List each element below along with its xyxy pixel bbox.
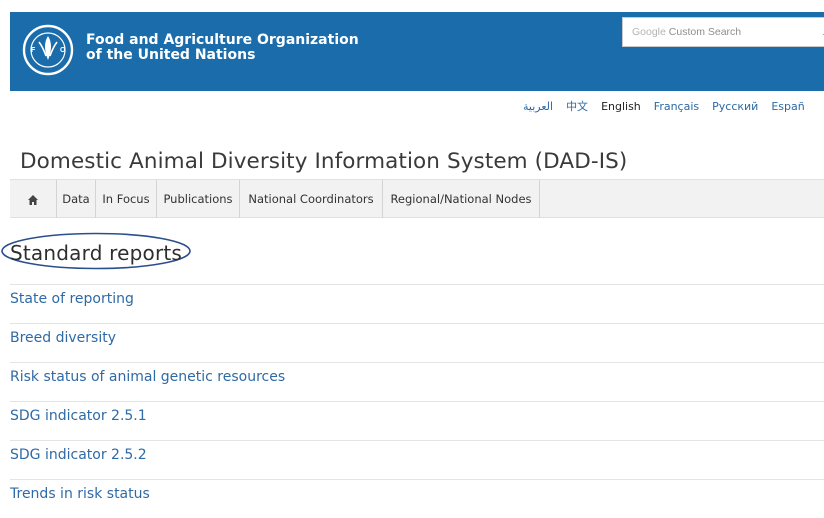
site-header: F O Food and Agriculture Organization of… <box>10 12 824 91</box>
list-item: SDG indicator 2.5.1 <box>10 401 824 440</box>
language-option[interactable]: 中文 <box>566 98 588 114</box>
language-option[interactable]: Français <box>654 100 699 113</box>
language-option[interactable]: Русский <box>712 100 758 113</box>
language-option[interactable]: العربية <box>523 100 553 113</box>
section-title: Standard reports <box>10 241 183 265</box>
search-placeholder: Google Custom Search <box>632 26 741 38</box>
list-item: State of reporting <box>10 284 824 323</box>
report-link-state-of-reporting[interactable]: State of reporting <box>10 291 134 307</box>
report-link-sdg-2-5-1[interactable]: SDG indicator 2.5.1 <box>10 408 147 424</box>
report-link-sdg-2-5-2[interactable]: SDG indicator 2.5.2 <box>10 447 147 463</box>
list-item: SDG indicator 2.5.2 <box>10 440 824 479</box>
org-name-line2: of the United Nations <box>86 47 256 63</box>
search-input[interactable]: Google Custom Search ⌕ <box>622 17 824 47</box>
nav-item-data[interactable]: Data <box>57 180 96 218</box>
language-selector: العربية 中文 English Français Русский Españ <box>523 98 818 116</box>
list-item: Trends in risk status <box>10 479 824 518</box>
list-item: Risk status of animal genetic resources <box>10 362 824 401</box>
nav-item-regional-national-nodes[interactable]: Regional/National Nodes <box>383 180 540 218</box>
org-name[interactable]: Food and Agriculture Organization of the… <box>86 33 359 63</box>
nav-item-in-focus[interactable]: In Focus <box>96 180 157 218</box>
nav-item-national-coordinators[interactable]: National Coordinators <box>240 180 383 218</box>
language-option[interactable]: Españ <box>771 100 804 113</box>
nav-item-publications[interactable]: Publications <box>157 180 240 218</box>
home-icon[interactable] <box>10 180 57 218</box>
report-link-trends-in-risk-status[interactable]: Trends in risk status <box>10 486 150 502</box>
fao-logo[interactable]: F O <box>22 24 74 76</box>
report-link-risk-status[interactable]: Risk status of animal genetic resources <box>10 369 285 385</box>
main-nav: Data In Focus Publications National Coor… <box>10 179 824 218</box>
report-list: State of reporting Breed diversity Risk st… <box>10 284 824 518</box>
page-title: Domestic Animal Diversity Information Sy… <box>20 149 628 174</box>
logo-letter-o: O <box>60 47 66 54</box>
language-option[interactable]: English <box>601 100 641 113</box>
list-item: Breed diversity <box>10 323 824 362</box>
report-link-breed-diversity[interactable]: Breed diversity <box>10 330 116 346</box>
custom-search-text: Custom Search <box>668 26 742 38</box>
google-brand-text: Google <box>632 26 666 38</box>
org-name-line1: Food and Agriculture Organization <box>86 32 359 48</box>
logo-letter-f: F <box>31 47 36 54</box>
